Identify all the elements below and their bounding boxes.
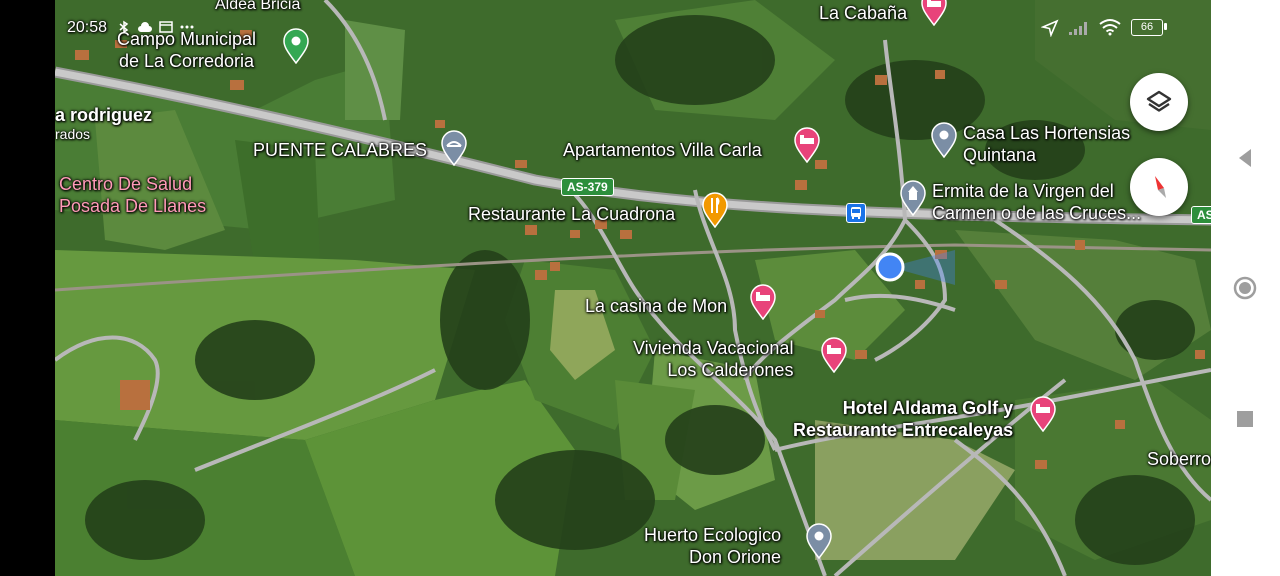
- battery-level: 66: [1140, 21, 1154, 33]
- recents-button-icon[interactable]: [1233, 407, 1257, 431]
- place-label-rodriguez[interactable]: a rodriguez rados: [55, 104, 152, 142]
- status-bar: 20:58 66: [55, 0, 1211, 56]
- place-label-centro-salud[interactable]: Centro De Salud Posada De Llanes: [59, 173, 206, 217]
- place-label-puente-calabres[interactable]: PUENTE CALABRES: [253, 139, 427, 161]
- screen-icon: [159, 21, 173, 33]
- satellite-imagery: [55, 0, 1211, 576]
- bridge-pin-icon[interactable]: [439, 130, 469, 167]
- place-label-line2: Don Orione: [689, 547, 782, 567]
- place-label-line2: rados: [55, 126, 91, 142]
- place-label-line2: Carmen o de las Cruces...: [932, 203, 1142, 223]
- place-pin-icon[interactable]: [929, 122, 959, 159]
- screen: AS-379 AS Aldea Bricia Campo Municipal d…: [0, 0, 1280, 576]
- place-label-villa-carla[interactable]: Apartamentos Villa Carla: [563, 139, 762, 161]
- road-shield-as: AS: [1191, 206, 1211, 224]
- layers-icon: [1146, 90, 1172, 112]
- battery-tip: [1164, 23, 1167, 30]
- place-label-line1: Ermita de la Virgen del: [932, 181, 1114, 201]
- place-label-line2: Posada De Llanes: [59, 196, 207, 216]
- compass-button[interactable]: [1130, 158, 1188, 216]
- layers-button[interactable]: [1130, 73, 1188, 131]
- place-label-ermita[interactable]: Ermita de la Virgen del Carmen o de las …: [932, 180, 1141, 224]
- church-pin-icon[interactable]: [898, 180, 928, 217]
- place-label-line1: Huerto Ecologico: [644, 525, 782, 545]
- more-notifications-icon: [180, 25, 194, 29]
- hotel-pin-icon[interactable]: [819, 337, 849, 374]
- hotel-pin-icon[interactable]: [1028, 396, 1058, 433]
- place-label-line2: Restaurante Entrecaleyas: [793, 420, 1014, 440]
- place-pin-icon[interactable]: [804, 523, 834, 560]
- restaurant-pin-icon[interactable]: [700, 192, 730, 229]
- bluetooth-muted-icon: [119, 20, 129, 34]
- back-button-icon[interactable]: [1233, 146, 1257, 170]
- place-label-hotel-aldama[interactable]: Hotel Aldama Golf y Restaurante Entrecal…: [793, 397, 1013, 441]
- place-label-line1: Vivienda Vacacional: [633, 338, 794, 358]
- status-time: 20:58: [67, 19, 108, 36]
- place-label-line2: Los Calderones: [667, 360, 794, 380]
- place-label-line1: a rodriguez: [55, 105, 153, 125]
- place-label-line1: Hotel Aldama Golf y: [842, 398, 1014, 418]
- cell-signal-icon: [1069, 22, 1087, 35]
- android-nav-bar: [1211, 0, 1280, 576]
- place-label-huerto[interactable]: Huerto Ecologico Don Orione: [644, 524, 781, 568]
- place-label-vivienda-vacacional[interactable]: Vivienda Vacacional Los Calderones: [633, 337, 793, 381]
- place-label-soberron[interactable]: Soberro: [1147, 448, 1211, 470]
- wifi-icon: [1099, 19, 1121, 36]
- map-view[interactable]: AS-379 AS Aldea Bricia Campo Municipal d…: [55, 0, 1211, 576]
- location-arrow-icon: [1041, 19, 1059, 37]
- place-label-casa-hortensias[interactable]: Casa Las Hortensias Quintana: [963, 122, 1130, 166]
- battery-icon: 66: [1131, 19, 1163, 36]
- hotel-pin-icon[interactable]: [792, 127, 822, 164]
- compass-icon: [1155, 176, 1166, 198]
- notification-icons: [117, 20, 195, 34]
- place-label-line2: Quintana: [963, 145, 1037, 165]
- place-label-line1: Casa Las Hortensias: [963, 123, 1131, 143]
- home-button-icon[interactable]: [1233, 276, 1257, 300]
- place-label-line1: Centro De Salud: [59, 174, 193, 194]
- place-label-restaurante-cuadrona[interactable]: Restaurante La Cuadrona: [468, 203, 675, 225]
- bus-stop-icon[interactable]: [846, 203, 866, 223]
- place-label-casina-mon[interactable]: La casina de Mon: [585, 295, 727, 317]
- cloud-icon: [138, 22, 152, 32]
- hotel-pin-icon[interactable]: [748, 284, 778, 321]
- road-shield-as379: AS-379: [561, 178, 614, 196]
